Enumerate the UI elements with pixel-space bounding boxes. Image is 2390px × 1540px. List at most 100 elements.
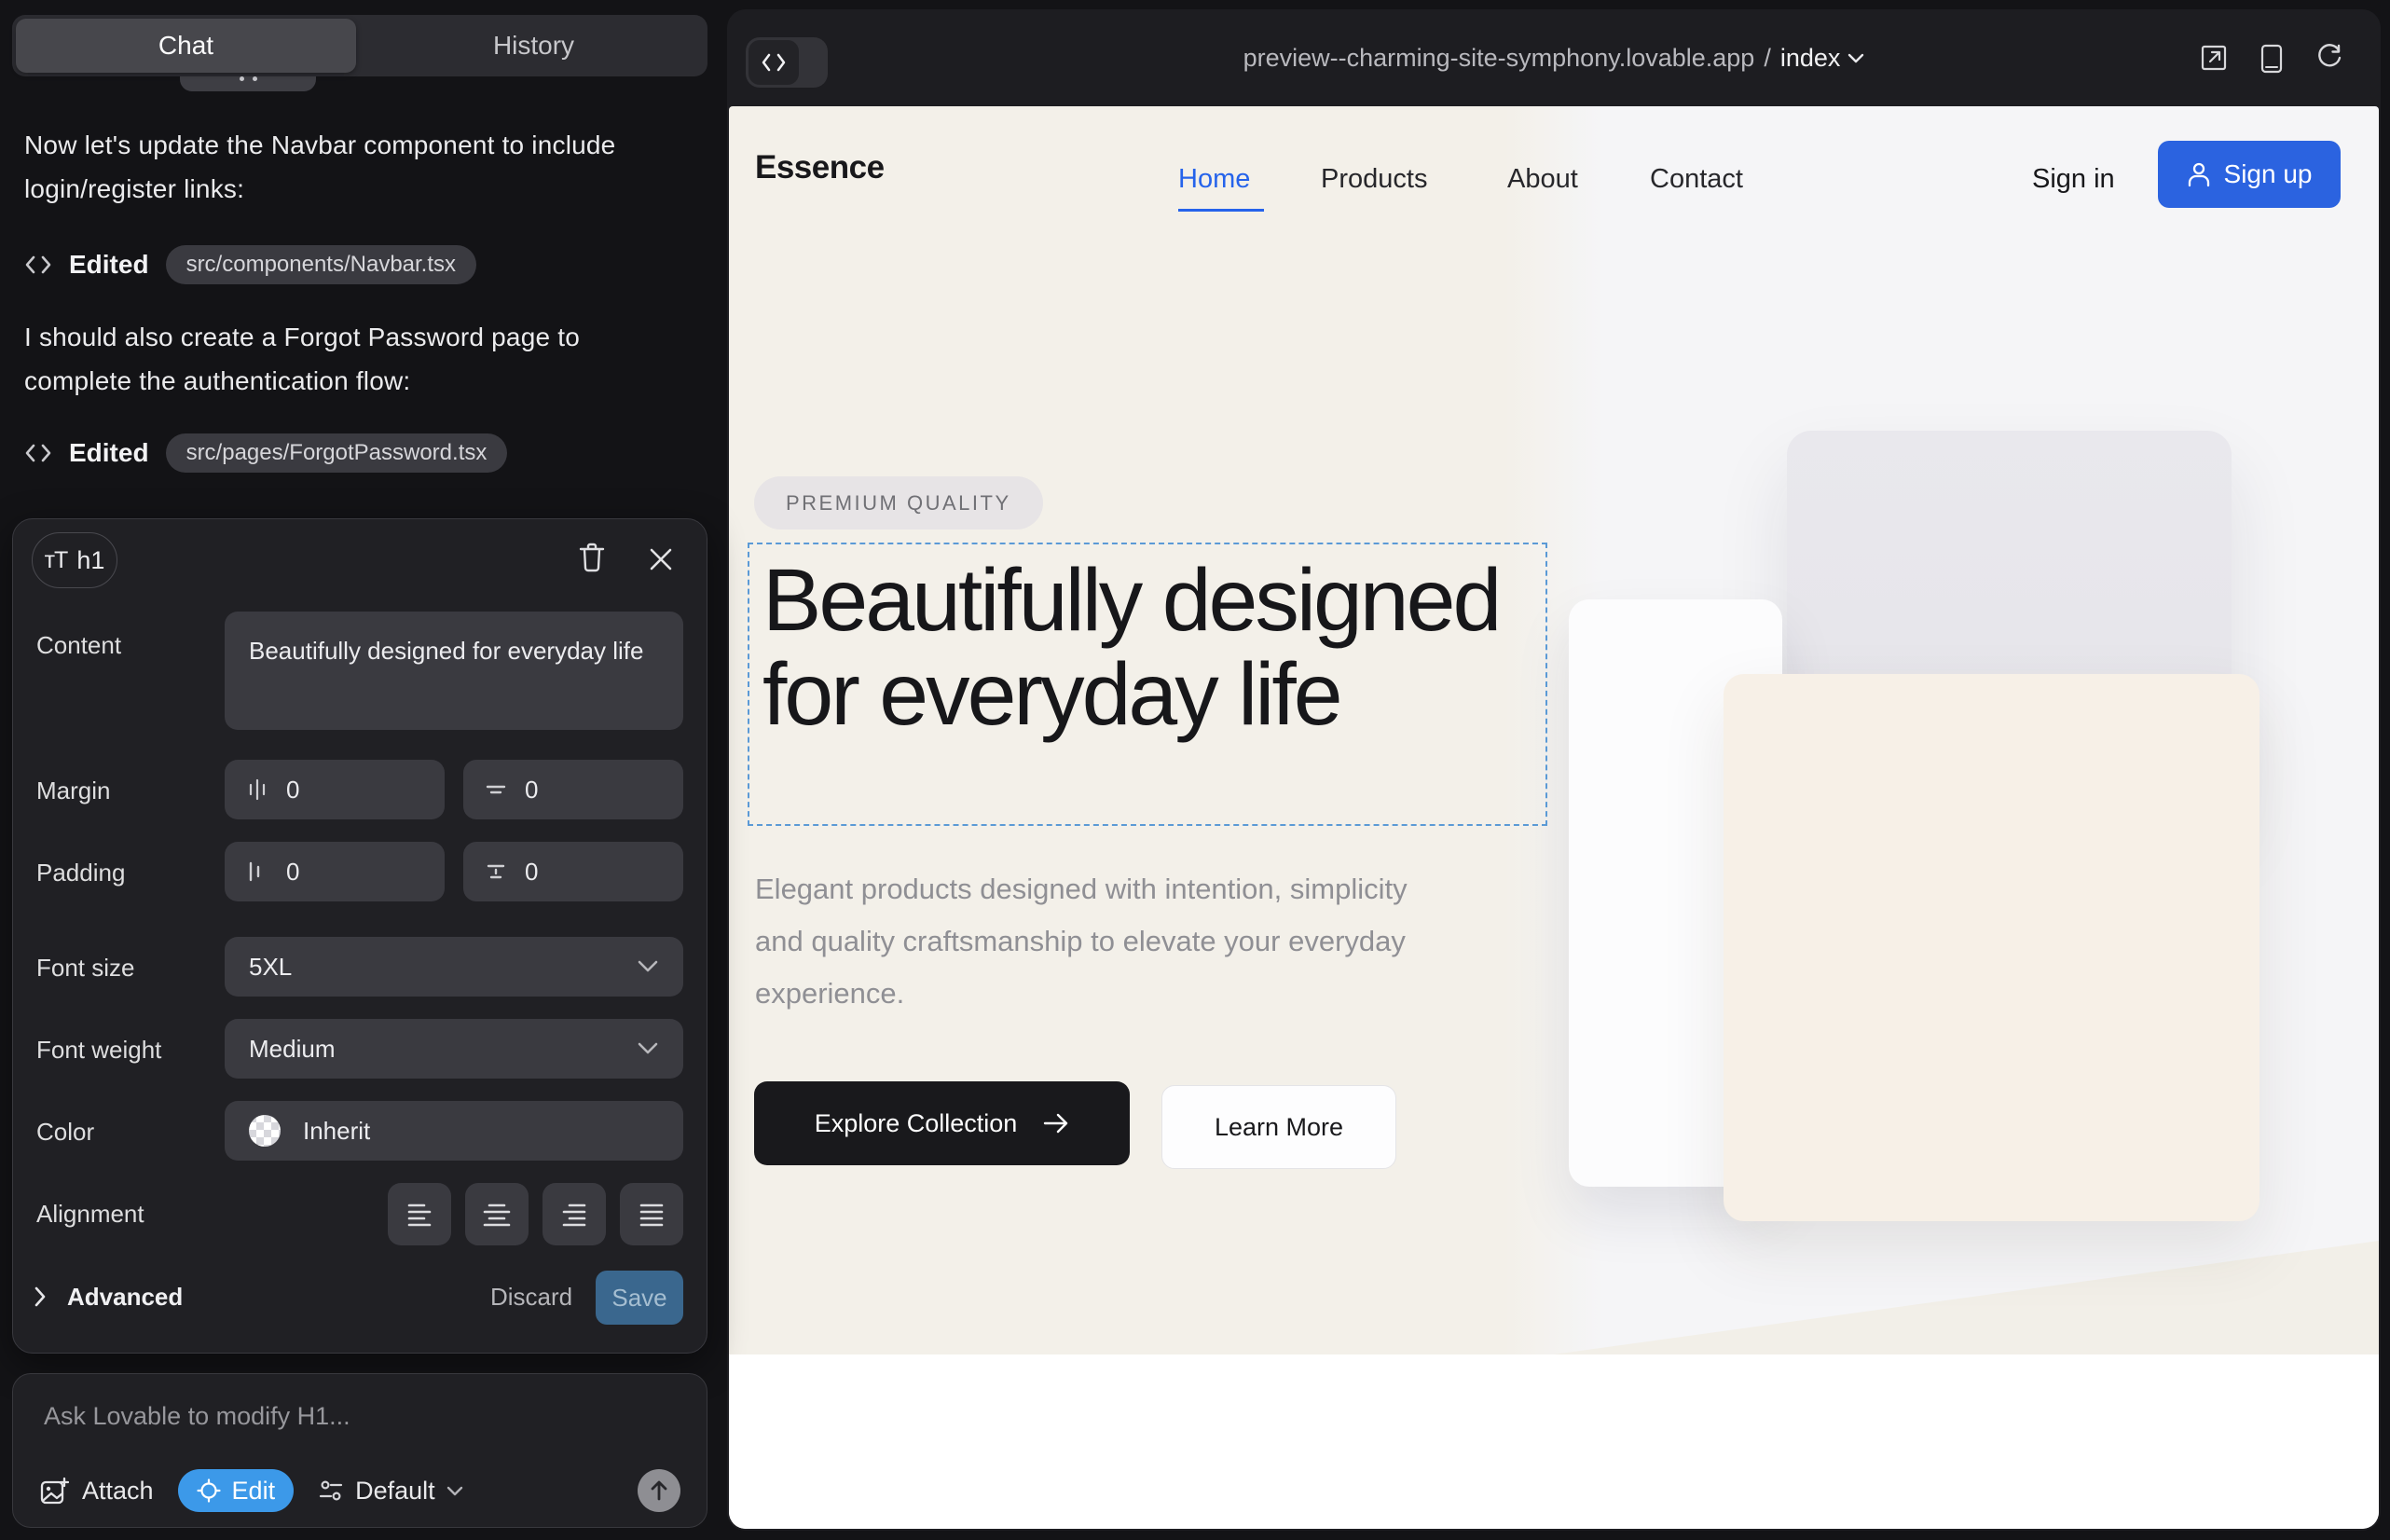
site-logo[interactable]: Essence (755, 149, 885, 186)
hero-paragraph: Elegant products designed with intention… (755, 863, 1408, 1020)
margin-x-input[interactable]: 0 (225, 760, 445, 819)
padding-y-input[interactable]: 0 (463, 842, 683, 901)
sign-up-button[interactable]: Sign up (2158, 141, 2341, 208)
close-editor-button[interactable] (639, 538, 682, 581)
font-size-value: 5XL (249, 953, 292, 982)
color-label: Color (36, 1118, 94, 1147)
delete-element-button[interactable] (570, 536, 613, 579)
learn-more-button[interactable]: Learn More (1161, 1085, 1396, 1169)
sign-in-link[interactable]: Sign in (2032, 164, 2115, 195)
chat-input-box[interactable]: Ask Lovable to modify H1... Attach (12, 1373, 707, 1528)
margin-label: Margin (36, 777, 110, 805)
file-chip[interactable]: src/pages/ForgotPassword.tsx (166, 433, 508, 473)
chevron-down-icon (637, 1042, 659, 1055)
chip-dot (240, 76, 244, 81)
target-icon (197, 1478, 221, 1503)
align-center-icon (483, 1202, 511, 1228)
section-below-hero (729, 1354, 2379, 1529)
content-label: Content (36, 631, 121, 660)
url-bar: preview--charming-site-symphony.lovable.… (727, 9, 2381, 106)
padding-label: Padding (36, 859, 125, 887)
edited-label: Edited (69, 250, 149, 280)
typography-icon: тT (45, 547, 68, 574)
margin-y-value: 0 (525, 776, 538, 804)
color-swatch-transparent (249, 1115, 281, 1147)
align-center-button[interactable] (465, 1183, 529, 1245)
padding-x-value: 0 (286, 858, 299, 887)
nav-link-about[interactable]: About (1507, 164, 1578, 195)
align-right-icon (560, 1202, 588, 1228)
save-button[interactable]: Save (596, 1271, 683, 1325)
code-icon (24, 253, 52, 277)
align-right-button[interactable] (543, 1183, 606, 1245)
refresh-button[interactable] (2315, 44, 2343, 72)
attach-button[interactable]: Attach (39, 1476, 154, 1506)
explore-collection-button[interactable]: Explore Collection (754, 1081, 1130, 1165)
send-button[interactable] (638, 1469, 680, 1512)
font-weight-value: Medium (249, 1035, 335, 1064)
url-page-dropdown[interactable]: index (1780, 44, 1865, 73)
url-separator: / (1764, 44, 1771, 73)
arrow-up-icon (649, 1479, 669, 1502)
chevron-down-icon (446, 1486, 463, 1496)
attach-image-icon (39, 1476, 69, 1506)
align-justify-button[interactable] (620, 1183, 683, 1245)
chat-message: Now let's update the Navbar component to… (24, 123, 688, 211)
alignment-label: Alignment (36, 1200, 144, 1229)
chat-message: I should also create a Forgot Password p… (24, 315, 688, 403)
font-weight-label: Font weight (36, 1036, 161, 1065)
nav-link-home[interactable]: Home (1178, 164, 1250, 195)
align-justify-icon (638, 1202, 666, 1228)
edited-label: Edited (69, 438, 149, 468)
font-size-select[interactable]: 5XL (225, 937, 683, 997)
premium-quality-badge: PREMIUM QUALITY (754, 476, 1043, 529)
chat-input-placeholder: Ask Lovable to modify H1... (44, 1402, 350, 1431)
align-left-icon (405, 1202, 433, 1228)
close-icon (648, 546, 674, 572)
hero-heading[interactable]: Beautifully designed for everyday life (762, 554, 1536, 742)
discard-button[interactable]: Discard (490, 1276, 572, 1317)
sign-up-label: Sign up (2224, 159, 2313, 189)
element-type-pill: тT h1 (32, 532, 117, 588)
model-default-dropdown[interactable]: Default (318, 1477, 463, 1506)
hero-bottom-wedge (1553, 1241, 2379, 1354)
color-select[interactable]: Inherit (225, 1101, 683, 1161)
content-input[interactable]: Beautifully designed for everyday life (225, 612, 683, 730)
align-left-button[interactable] (388, 1183, 451, 1245)
person-icon (2187, 161, 2211, 187)
nav-link-products[interactable]: Products (1321, 164, 1427, 195)
explore-collection-label: Explore Collection (815, 1109, 1018, 1138)
mobile-view-button[interactable] (2260, 44, 2284, 74)
url-domain: preview--charming-site-symphony.lovable.… (1243, 44, 1755, 73)
nav-link-contact[interactable]: Contact (1650, 164, 1743, 195)
tab-chat[interactable]: Chat (16, 19, 356, 73)
padding-x-input[interactable]: 0 (225, 842, 445, 901)
site-preview: Essence Home Products About Contact Sign… (729, 106, 2379, 1529)
advanced-label: Advanced (67, 1283, 183, 1312)
edit-mode-button[interactable]: Edit (178, 1469, 295, 1512)
element-editor-panel: тT h1 Content Beautifully designed for e… (12, 518, 707, 1354)
chat-panel: Chat History Now let's update the Navbar… (0, 0, 725, 1540)
browser-actions (2200, 44, 2343, 74)
tab-history[interactable]: History (364, 19, 704, 73)
element-tag-label: h1 (76, 546, 104, 575)
chevron-down-icon (1847, 53, 1864, 63)
chevron-right-icon (34, 1286, 47, 1307)
margin-x-icon (245, 777, 269, 802)
font-weight-select[interactable]: Medium (225, 1019, 683, 1079)
advanced-toggle[interactable]: Advanced (34, 1276, 183, 1317)
url-page-name: index (1780, 44, 1841, 73)
padding-x-icon (245, 859, 269, 884)
file-chip[interactable]: src/components/Navbar.tsx (166, 245, 476, 284)
color-value: Inherit (303, 1117, 370, 1146)
chat-history-tabs: Chat History (12, 15, 707, 76)
edit-label: Edit (232, 1477, 276, 1506)
open-external-button[interactable] (2200, 44, 2228, 72)
padding-y-icon (484, 859, 508, 884)
arrow-right-icon (1043, 1113, 1069, 1134)
margin-x-value: 0 (286, 776, 299, 804)
code-icon (24, 441, 52, 465)
lovable-app: Chat History Now let's update the Navbar… (0, 0, 2390, 1540)
margin-y-input[interactable]: 0 (463, 760, 683, 819)
font-size-label: Font size (36, 954, 135, 983)
